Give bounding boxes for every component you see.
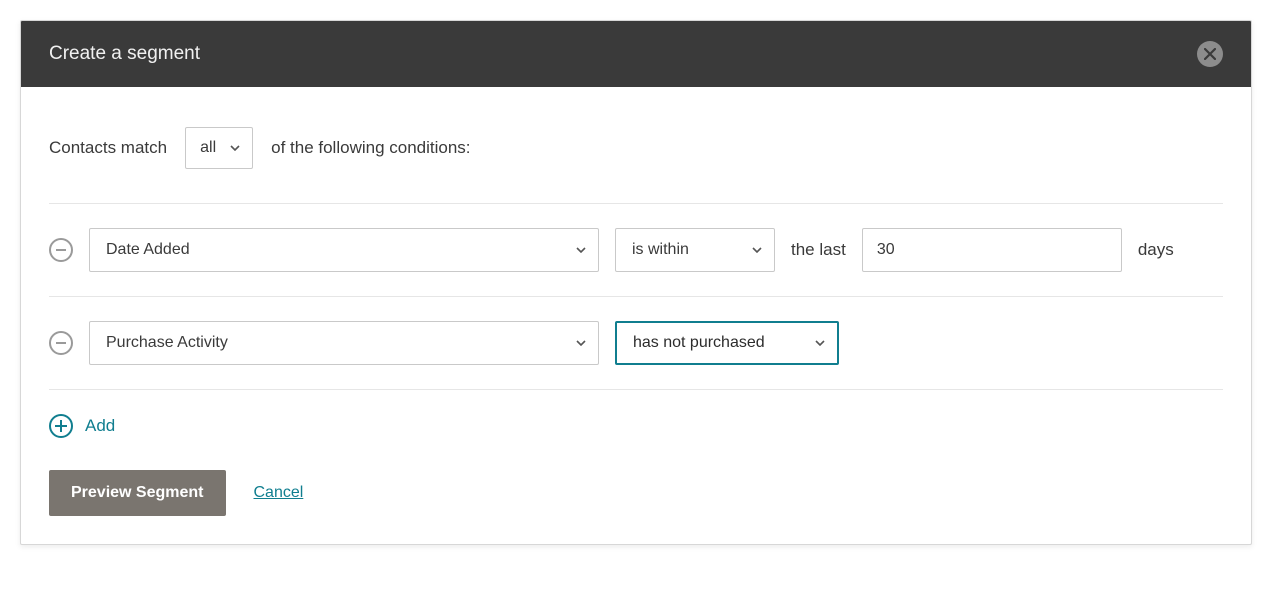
add-label: Add bbox=[85, 416, 115, 436]
remove-condition-button[interactable] bbox=[49, 238, 73, 262]
cancel-link[interactable]: Cancel bbox=[254, 484, 304, 502]
condition-row: Purchase Activity has not purchased bbox=[49, 297, 1223, 390]
condition-row: Date Added is within the last days bbox=[49, 204, 1223, 297]
match-suffix: of the following conditions: bbox=[271, 138, 470, 158]
chevron-down-icon bbox=[815, 340, 825, 346]
chevron-down-icon bbox=[576, 340, 586, 346]
chevron-down-icon bbox=[576, 247, 586, 253]
close-icon bbox=[1204, 48, 1216, 60]
condition-field-value: Date Added bbox=[106, 241, 190, 259]
minus-icon bbox=[56, 249, 66, 251]
match-mode-value: all bbox=[200, 139, 216, 157]
match-row: Contacts match all of the following cond… bbox=[49, 127, 1223, 204]
modal-body: Contacts match all of the following cond… bbox=[21, 87, 1251, 544]
condition-unit: days bbox=[1138, 240, 1174, 260]
condition-field-select[interactable]: Date Added bbox=[89, 228, 599, 272]
condition-operator-value: is within bbox=[632, 241, 689, 259]
add-condition-button[interactable]: Add bbox=[49, 390, 1223, 470]
condition-mid-text: the last bbox=[791, 240, 846, 260]
condition-field-select[interactable]: Purchase Activity bbox=[89, 321, 599, 365]
chevron-down-icon bbox=[230, 145, 240, 151]
chevron-down-icon bbox=[752, 247, 762, 253]
condition-value-input[interactable] bbox=[862, 228, 1122, 272]
match-prefix: Contacts match bbox=[49, 138, 167, 158]
condition-operator-value: has not purchased bbox=[633, 334, 765, 352]
condition-operator-select[interactable]: has not purchased bbox=[615, 321, 839, 365]
modal-header: Create a segment bbox=[21, 21, 1251, 87]
condition-field-value: Purchase Activity bbox=[106, 334, 228, 352]
create-segment-modal: Create a segment Contacts match all of t… bbox=[20, 20, 1252, 545]
close-button[interactable] bbox=[1197, 41, 1223, 67]
modal-title: Create a segment bbox=[49, 43, 200, 65]
minus-icon bbox=[56, 342, 66, 344]
match-mode-select[interactable]: all bbox=[185, 127, 253, 169]
modal-footer: Preview Segment Cancel bbox=[49, 470, 1223, 516]
remove-condition-button[interactable] bbox=[49, 331, 73, 355]
preview-segment-button[interactable]: Preview Segment bbox=[49, 470, 226, 516]
condition-operator-select[interactable]: is within bbox=[615, 228, 775, 272]
plus-icon bbox=[49, 414, 73, 438]
